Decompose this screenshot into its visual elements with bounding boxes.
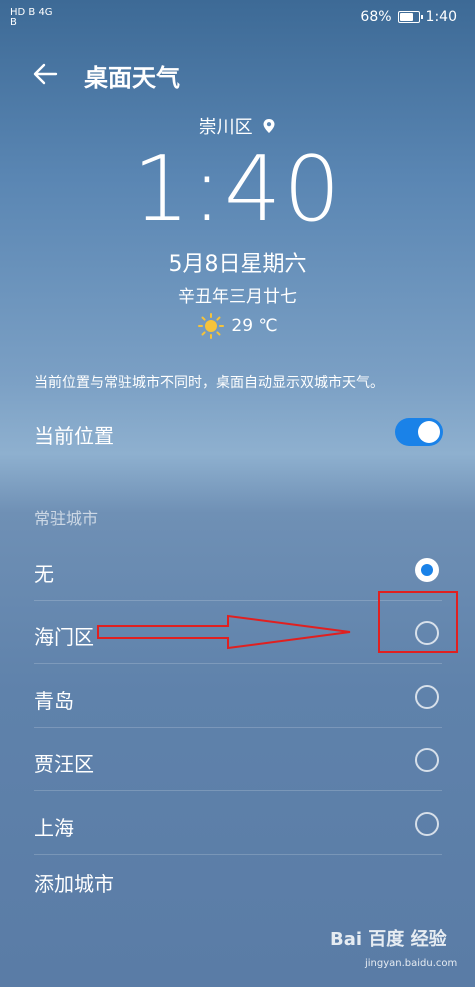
- watermark-url: jingyan.baidu.com: [365, 958, 458, 969]
- annotation-highlight-box: [378, 591, 458, 653]
- watermark-logo: Bai 百度 经验: [330, 929, 447, 950]
- annotation-arrow-icon: [97, 614, 351, 650]
